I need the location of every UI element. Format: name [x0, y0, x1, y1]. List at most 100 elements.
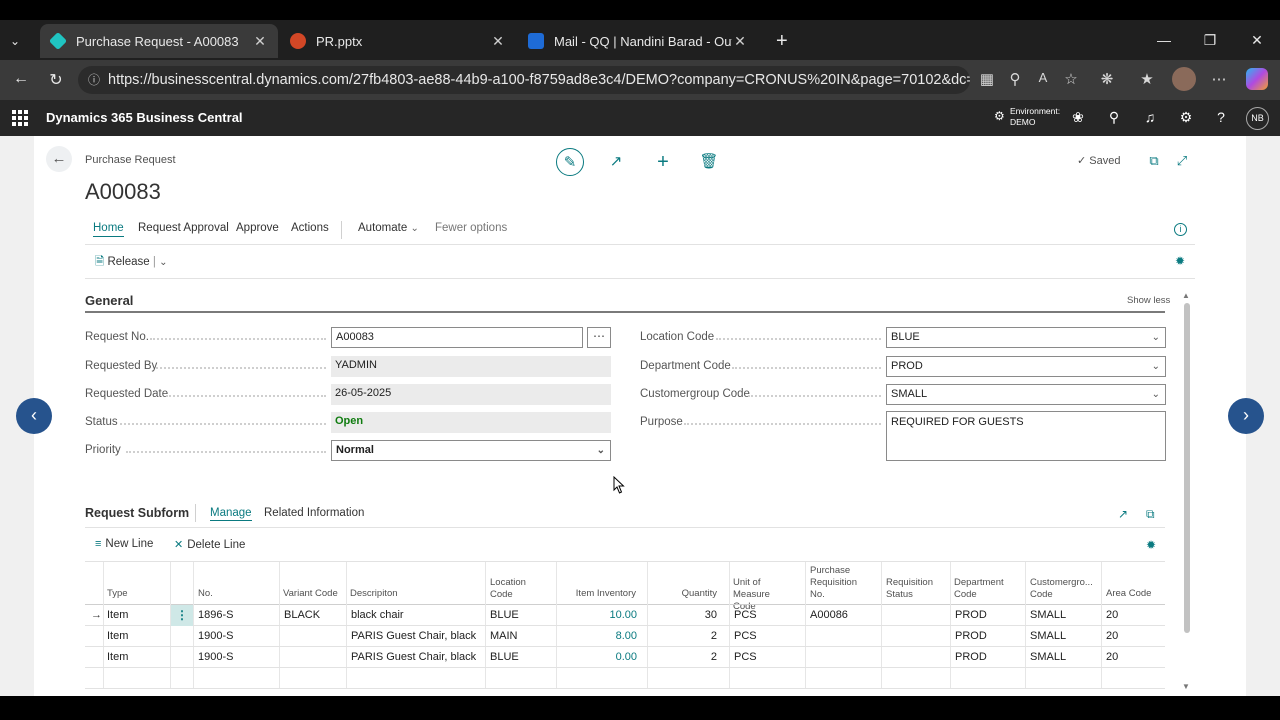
cell-custgrp[interactable]: SMALL: [1030, 647, 1066, 668]
cell-description[interactable]: PARIS Guest Chair, black: [351, 626, 476, 647]
release-action[interactable]: 🗎 Release | ⌄: [95, 254, 167, 273]
profile-avatar-icon[interactable]: [1172, 67, 1196, 91]
cell-pr-no[interactable]: A00086: [810, 605, 848, 626]
help-icon[interactable]: ?: [1211, 109, 1231, 125]
tab-manage[interactable]: Manage: [210, 507, 252, 521]
cell-no[interactable]: 1900-S: [198, 626, 233, 647]
col-location-code[interactable]: Location Code: [490, 577, 540, 601]
tab-related-information[interactable]: Related Information: [264, 507, 364, 519]
copilot-icon[interactable]: [1246, 68, 1268, 90]
location-code-select[interactable]: BLUE ⌄: [886, 327, 1166, 348]
cell-no[interactable]: 1900-S: [198, 647, 233, 668]
col-variant-code[interactable]: Variant Code: [283, 588, 338, 600]
cell-no[interactable]: 1896-S: [198, 605, 233, 626]
info-icon[interactable]: i: [1174, 223, 1187, 236]
scroll-down-icon[interactable]: ▼: [1182, 682, 1190, 691]
customergroup-code-select[interactable]: SMALL ⌄: [886, 384, 1166, 405]
cell-area[interactable]: 20: [1106, 626, 1118, 647]
expand-icon[interactable]: ⧉: [1146, 507, 1155, 522]
assist-edit-button[interactable]: ⋯: [587, 327, 611, 348]
col-type[interactable]: Type: [107, 588, 128, 600]
tab-pr-pptx[interactable]: PR.pptx ✕: [280, 24, 516, 58]
subform-heading[interactable]: Request Subform: [85, 506, 189, 520]
zoom-icon[interactable]: ⚲: [1005, 70, 1025, 88]
vertical-scrollbar[interactable]: [1184, 303, 1190, 633]
table-row[interactable]: Item 1900-S PARIS Guest Chair, black BLU…: [85, 647, 1165, 668]
menu-request-approval[interactable]: Request Approval: [138, 222, 229, 234]
cell-dept[interactable]: PROD: [955, 626, 987, 647]
search-icon[interactable]: ⚲: [1104, 109, 1124, 126]
cell-custgrp[interactable]: SMALL: [1030, 605, 1066, 626]
extensions-icon[interactable]: ❋: [1097, 70, 1117, 88]
next-record-button[interactable]: ›: [1228, 398, 1264, 434]
cell-inventory[interactable]: 8.00: [561, 626, 637, 647]
cell-inventory[interactable]: 10.00: [561, 605, 637, 626]
tab-actions-button[interactable]: ⌄: [0, 24, 36, 58]
col-description[interactable]: Descripiton: [350, 588, 398, 600]
back-icon[interactable]: ←: [10, 70, 32, 88]
apps-icon[interactable]: ▦: [977, 70, 997, 88]
cell-location[interactable]: MAIN: [490, 626, 518, 647]
cell-location[interactable]: BLUE: [490, 605, 519, 626]
favorites-icon[interactable]: ★: [1137, 70, 1157, 88]
collapse-icon[interactable]: ⤢: [1174, 153, 1190, 169]
open-new-window-icon[interactable]: ⧉: [1146, 153, 1162, 169]
col-area-code[interactable]: Area Code: [1106, 588, 1151, 600]
edit-button[interactable]: ✎: [556, 148, 584, 176]
cell-description[interactable]: black chair: [351, 605, 404, 626]
table-row[interactable]: Item 1900-S PARIS Guest Chair, black MAI…: [85, 626, 1165, 647]
col-purchase-requisition-no[interactable]: Purchase Requisition No.: [810, 565, 870, 601]
cell-quantity[interactable]: 2: [652, 647, 717, 668]
cell-type[interactable]: Item: [107, 605, 128, 626]
tab-outlook-mail[interactable]: Mail - QQ | Nandini Barad - Outlo ✕: [518, 24, 758, 58]
tab-purchase-request[interactable]: Purchase Request - A00083 ✕: [40, 24, 278, 58]
request-no-field[interactable]: A00083: [331, 327, 583, 348]
app-launcher-icon[interactable]: [12, 110, 28, 126]
col-quantity[interactable]: Quantity: [660, 588, 717, 600]
cell-dept[interactable]: PROD: [955, 605, 987, 626]
cell-location[interactable]: BLUE: [490, 647, 519, 668]
row-menu-button[interactable]: ⋮: [171, 605, 193, 626]
cell-quantity[interactable]: 30: [652, 605, 717, 626]
cell-variant[interactable]: BLACK: [284, 605, 320, 626]
col-department-code[interactable]: Department Code: [954, 577, 1014, 601]
cell-type[interactable]: Item: [107, 647, 128, 668]
user-avatar[interactable]: NB: [1246, 107, 1269, 130]
col-customergroup-code[interactable]: Customergro... Code: [1030, 577, 1093, 601]
site-info-icon[interactable]: ⓘ: [88, 66, 100, 94]
menu-actions[interactable]: Actions: [291, 222, 329, 234]
delete-button[interactable]: 🗑: [695, 148, 723, 176]
col-item-inventory[interactable]: Item Inventory: [560, 588, 636, 600]
settings-gear-icon[interactable]: ⚙: [1176, 109, 1196, 126]
cell-type[interactable]: Item: [107, 626, 128, 647]
share-button[interactable]: ↗: [602, 148, 630, 176]
menu-automate[interactable]: Automate ⌄: [358, 222, 419, 234]
pin-icon[interactable]: ✹: [1146, 538, 1156, 552]
back-button[interactable]: ←: [46, 146, 72, 172]
new-line-button[interactable]: ≡ New Line: [95, 538, 153, 550]
menu-approve[interactable]: Approve: [236, 222, 279, 234]
cell-quantity[interactable]: 2: [652, 626, 717, 647]
close-icon[interactable]: ✕: [252, 33, 268, 50]
pin-icon[interactable]: ✹: [1175, 254, 1185, 268]
cell-custgrp[interactable]: SMALL: [1030, 626, 1066, 647]
priority-select[interactable]: Normal ⌄: [331, 440, 611, 461]
favorite-star-icon[interactable]: ☆: [1061, 70, 1081, 88]
new-button[interactable]: +: [649, 148, 677, 176]
cell-description[interactable]: PARIS Guest Chair, black: [351, 647, 476, 668]
empty-row[interactable]: [85, 668, 1165, 689]
close-window-button[interactable]: ✕: [1247, 32, 1267, 49]
delete-line-button[interactable]: ✕ Delete Line: [174, 538, 245, 551]
copilot-app-icon[interactable]: ❀: [1068, 109, 1088, 126]
previous-record-button[interactable]: ‹: [16, 398, 52, 434]
scroll-up-icon[interactable]: ▲: [1182, 291, 1190, 300]
cell-area[interactable]: 20: [1106, 647, 1118, 668]
read-aloud-icon[interactable]: A: [1033, 70, 1053, 85]
refresh-icon[interactable]: ↻: [45, 70, 67, 90]
url-input[interactable]: ⓘ https://businesscentral.dynamics.com/2…: [78, 66, 970, 94]
cell-uom[interactable]: PCS: [734, 605, 757, 626]
col-requisition-status[interactable]: Requisition Status: [886, 577, 941, 601]
menu-home[interactable]: Home: [93, 222, 124, 237]
more-menu-icon[interactable]: ⋯: [1209, 70, 1229, 88]
purpose-textarea[interactable]: REQUIRED FOR GUESTS: [886, 411, 1166, 461]
